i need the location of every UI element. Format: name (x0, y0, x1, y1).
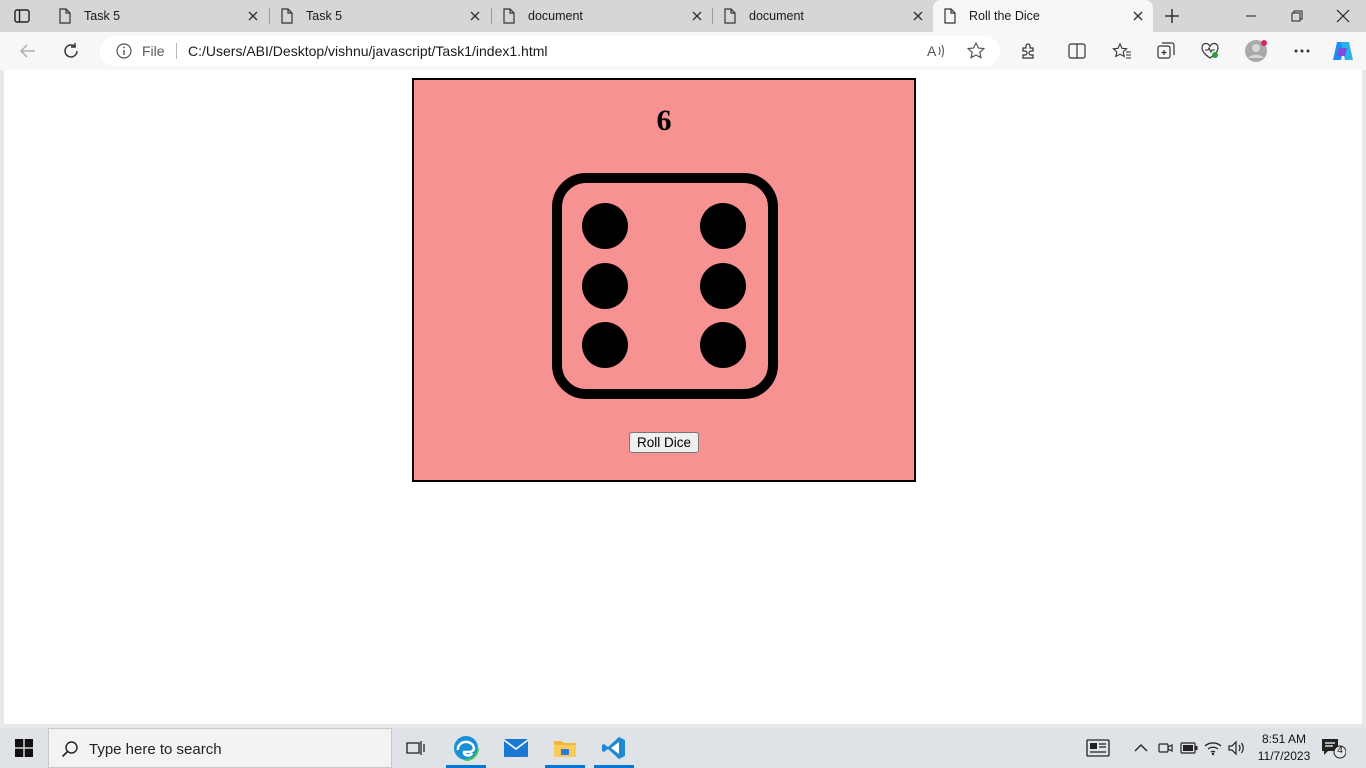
close-window-button[interactable] (1320, 0, 1366, 32)
page-viewport: 6 Roll Dice (4, 70, 1362, 724)
file-explorer-icon[interactable] (541, 728, 589, 768)
collections-icon[interactable] (1152, 39, 1180, 63)
favorite-star-icon[interactable] (966, 41, 986, 61)
news-widget-icon[interactable] (1086, 738, 1110, 758)
minimize-button[interactable] (1228, 0, 1274, 32)
address-bar[interactable]: File C:/Users/ABI/Desktop/vishnu/javascr… (100, 36, 1000, 66)
dice-pip (700, 322, 746, 368)
dice-result-number: 6 (656, 104, 672, 137)
document-icon (502, 8, 516, 24)
notification-count: 4 (1337, 745, 1343, 756)
favorites-icon[interactable] (1108, 39, 1136, 63)
start-button[interactable] (0, 728, 48, 768)
tab-title: Task 5 (306, 9, 343, 23)
dice-pip (582, 322, 628, 368)
browser-toolbar: File C:/Users/ABI/Desktop/vishnu/javascr… (0, 32, 1366, 70)
document-icon (280, 8, 294, 24)
back-button[interactable] (14, 39, 42, 63)
tab-task5-1[interactable]: Task 5 (48, 0, 268, 32)
dice-pip (700, 203, 746, 249)
meet-now-icon[interactable] (1155, 738, 1175, 758)
more-options-icon[interactable] (1288, 39, 1316, 63)
search-placeholder: Type here to search (89, 741, 222, 758)
dice-face-six (552, 173, 778, 399)
show-hidden-icons-chevron-icon[interactable] (1131, 738, 1151, 758)
dice-pip (582, 203, 628, 249)
close-icon[interactable] (246, 9, 260, 23)
browser-essentials-icon[interactable] (1196, 39, 1224, 63)
close-icon[interactable] (1131, 9, 1145, 23)
extensions-icon[interactable] (1015, 39, 1043, 63)
tab-document-1[interactable]: document (492, 0, 712, 32)
windows-taskbar: Type here to search 8:51 AM 11/7/2023 4 (0, 728, 1366, 768)
url-text[interactable]: C:/Users/ABI/Desktop/vishnu/javascript/T… (188, 43, 547, 59)
tab-bar: Task 5 Task 5 document document Roll the… (0, 0, 1366, 32)
tab-title: document (749, 9, 804, 23)
clock-date: 11/7/2023 (1257, 749, 1311, 763)
document-icon (58, 8, 72, 24)
volume-icon[interactable] (1226, 738, 1246, 758)
address-divider (176, 43, 177, 59)
close-icon[interactable] (468, 9, 482, 23)
notification-center-icon[interactable]: 4 (1320, 737, 1347, 759)
wifi-icon[interactable] (1203, 738, 1223, 758)
close-icon[interactable] (690, 9, 704, 23)
clock-time: 8:51 AM (1261, 732, 1307, 746)
mail-app-icon[interactable] (492, 728, 540, 768)
svg-text:A: A (927, 43, 937, 59)
profile-avatar[interactable] (1242, 39, 1270, 63)
dice-card: 6 Roll Dice (412, 78, 916, 482)
document-icon (943, 8, 957, 24)
task-view-button[interactable] (392, 728, 440, 768)
restore-button[interactable] (1274, 0, 1320, 32)
tab-document-2[interactable]: document (713, 0, 933, 32)
tab-title: document (528, 9, 583, 23)
battery-icon[interactable] (1179, 738, 1199, 758)
roll-dice-button[interactable]: Roll Dice (629, 432, 699, 453)
tab-title: Roll the Dice (969, 9, 1040, 23)
close-icon[interactable] (911, 9, 925, 23)
edge-app-icon[interactable] (442, 728, 490, 768)
system-clock[interactable]: 8:51 AM 11/7/2023 (1250, 731, 1318, 765)
tab-actions-icon[interactable] (8, 6, 36, 26)
refresh-button[interactable] (57, 39, 85, 63)
tab-roll-the-dice[interactable]: Roll the Dice (933, 0, 1153, 32)
read-aloud-icon[interactable]: A (926, 42, 946, 60)
tab-task5-2[interactable]: Task 5 (270, 0, 490, 32)
dice-pip (700, 263, 746, 309)
search-icon (61, 740, 79, 758)
new-tab-button[interactable] (1160, 5, 1184, 27)
copilot-icon[interactable] (1329, 39, 1357, 63)
taskbar-search-box[interactable]: Type here to search (48, 728, 392, 768)
vscode-app-icon[interactable] (590, 728, 638, 768)
dice-pip (582, 263, 628, 309)
tab-title: Task 5 (84, 9, 121, 23)
split-screen-icon[interactable] (1063, 39, 1091, 63)
scheme-label: File (142, 43, 165, 59)
info-icon[interactable] (116, 43, 132, 59)
document-icon (723, 8, 737, 24)
